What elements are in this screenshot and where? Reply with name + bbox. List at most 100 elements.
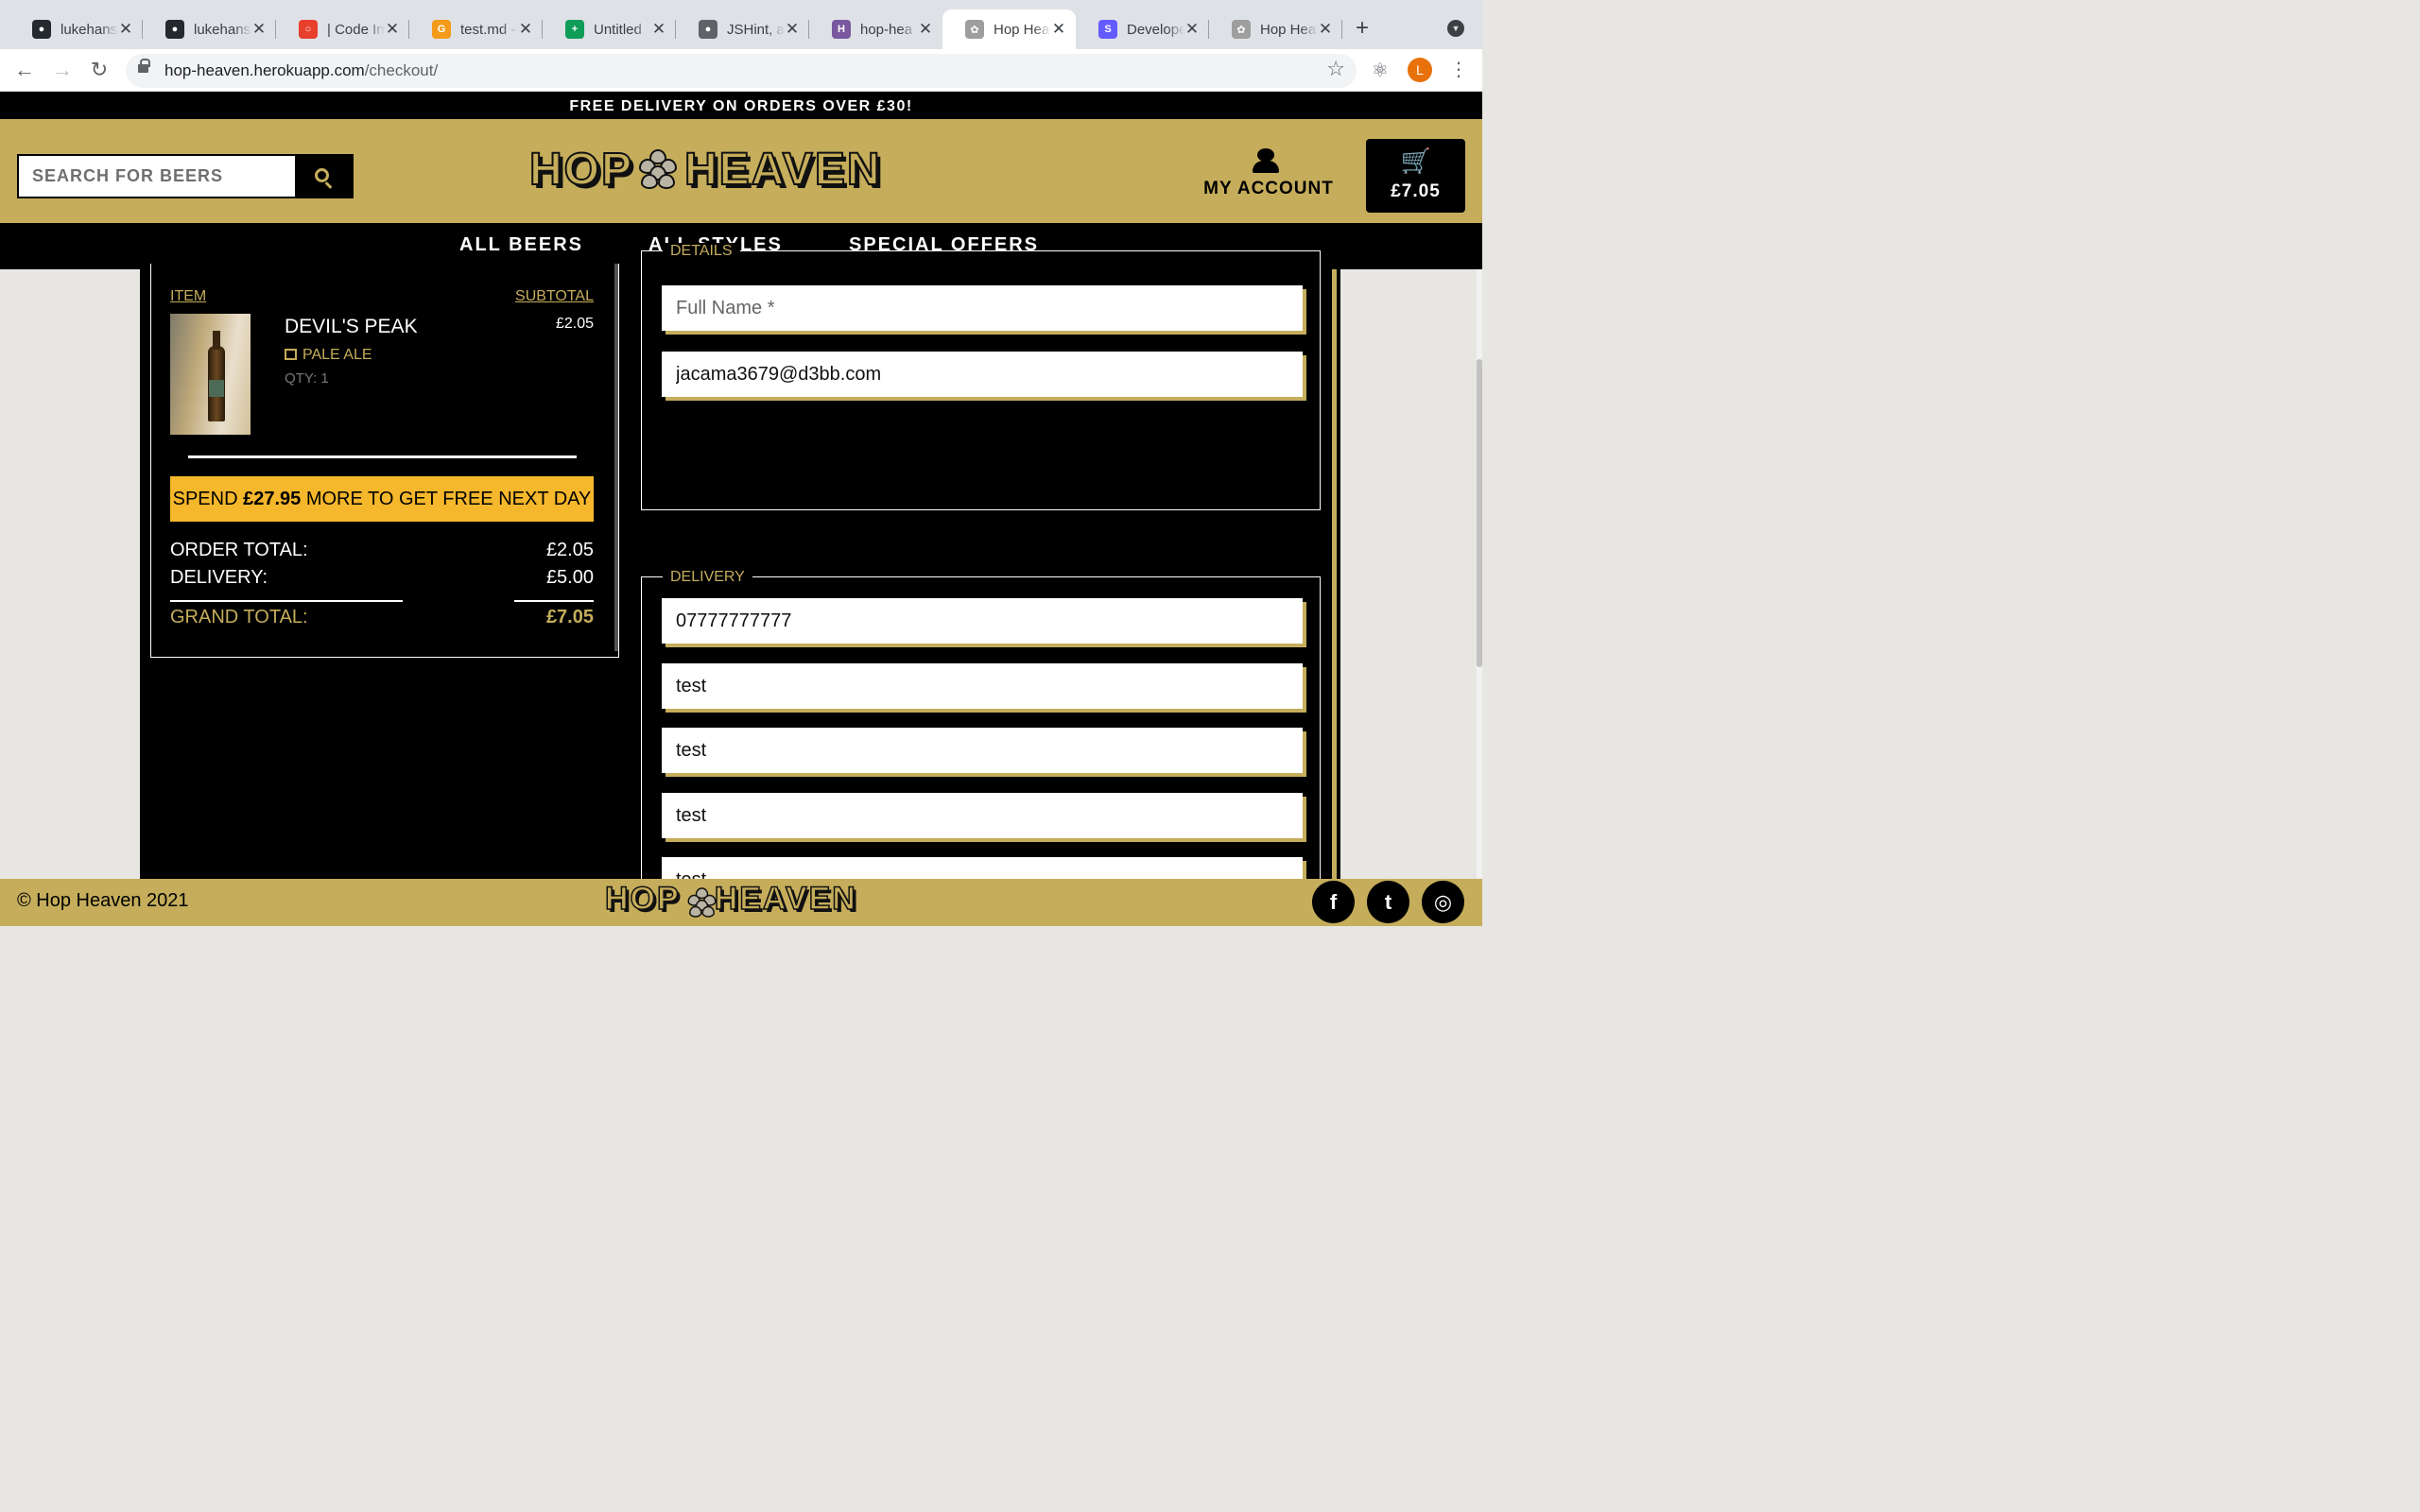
user-icon-body bbox=[1253, 161, 1279, 173]
nav-all-beers[interactable]: ALL BEERS bbox=[459, 234, 583, 256]
hop-cone-icon bbox=[686, 886, 717, 918]
browser-tabstrip: ● lukehans ✕ ● lukehans ✕ ○ | Code In ✕ Gtest.md … bbox=[0, 0, 1482, 49]
tab-title: lukehans bbox=[194, 21, 251, 38]
full-name-field[interactable] bbox=[662, 285, 1303, 331]
grand-total-label: GRAND TOTAL: bbox=[170, 607, 308, 627]
url-text[interactable]: hop-heaven.herokuapp.com/checkout/ bbox=[164, 61, 438, 80]
shopping-cart-icon: 🛒 bbox=[1400, 146, 1432, 175]
tab-title: lukehans bbox=[60, 21, 118, 38]
delivery-value: £5.00 bbox=[545, 567, 594, 588]
user-icon bbox=[1257, 148, 1274, 162]
browser-tab[interactable]: ● lukehans ✕ bbox=[143, 9, 276, 49]
browser-menu-icon[interactable]: ⋮ bbox=[1449, 58, 1468, 81]
footer-logo[interactable]: HOP HEAVEN bbox=[604, 880, 857, 918]
close-tab-icon[interactable]: ✕ bbox=[251, 20, 267, 39]
browser-toolbar: ← → ↻ hop-heaven.herokuapp.com/checkout/… bbox=[0, 49, 1482, 92]
url-host: hop-heaven.herokuapp.com bbox=[164, 61, 365, 79]
email-field[interactable] bbox=[662, 352, 1303, 397]
hop-icon: ✿ bbox=[1232, 20, 1251, 39]
browser-tab[interactable]: ✿ Hop Hea ✕ bbox=[1209, 9, 1342, 49]
address-bar[interactable]: hop-heaven.herokuapp.com/checkout/ ☆ bbox=[126, 54, 1357, 88]
browser-tab[interactable]: ✿ Hop Hea ✕ bbox=[942, 9, 1076, 49]
browser-tab[interactable]: + Untitled ✕ bbox=[543, 9, 676, 49]
product-name: DEVIL'S PEAK bbox=[285, 316, 418, 337]
tab-title: Develope bbox=[1127, 21, 1184, 38]
back-icon[interactable]: ← bbox=[11, 57, 38, 83]
tab-title: | Code In bbox=[327, 21, 385, 38]
divider bbox=[514, 600, 594, 602]
close-tab-icon[interactable]: ✕ bbox=[118, 20, 133, 39]
github-icon: ● bbox=[165, 20, 184, 39]
copyright-text: © Hop Heaven 2021 bbox=[17, 890, 189, 911]
order-total-label: ORDER TOTAL: bbox=[170, 540, 308, 560]
browser-tab[interactable]: S Develope ✕ bbox=[1076, 9, 1209, 49]
close-tab-icon[interactable]: ✕ bbox=[651, 20, 666, 39]
product-style-label: PALE ALE bbox=[302, 347, 372, 363]
address-line-2-field[interactable] bbox=[662, 728, 1303, 773]
new-tab-button[interactable]: + bbox=[1356, 17, 1369, 40]
my-account-link[interactable]: MY ACCOUNT bbox=[1202, 147, 1335, 204]
twitter-icon[interactable]: t bbox=[1367, 881, 1409, 923]
product-quantity: QTY: 1 bbox=[285, 370, 329, 387]
cart-total: £7.05 bbox=[1391, 181, 1441, 201]
site-logo[interactable]: HOP HEAVEN bbox=[528, 144, 882, 196]
details-legend: DETAILS bbox=[663, 243, 740, 260]
code-institute-icon: ○ bbox=[299, 20, 318, 39]
column-header-item: ITEM bbox=[170, 288, 207, 304]
close-tab-icon[interactable]: ✕ bbox=[1184, 20, 1200, 39]
close-tab-icon[interactable]: ✕ bbox=[785, 20, 800, 39]
close-tab-icon[interactable]: ✕ bbox=[918, 20, 933, 39]
close-tab-icon[interactable]: ✕ bbox=[1051, 20, 1066, 39]
close-tab-icon[interactable]: ✕ bbox=[1318, 20, 1333, 39]
browser-tab[interactable]: Gtest.md - ✕ bbox=[409, 9, 543, 49]
browser-tab[interactable]: ● JSHint, a ✕ bbox=[676, 9, 809, 49]
spend-prefix: SPEND bbox=[172, 489, 244, 509]
tab-title: Untitled bbox=[594, 21, 642, 38]
browser-tab[interactable]: Hhop-hea ✕ bbox=[809, 9, 942, 49]
web-page: FREE DELIVERY ON ORDERS OVER £30! HOP HE… bbox=[0, 92, 1482, 926]
free-delivery-notice: SPEND £27.95 MORE TO GET FREE NEXT DAY D… bbox=[170, 476, 594, 555]
facebook-icon[interactable]: f bbox=[1312, 881, 1355, 923]
browser-tab[interactable]: ○ | Code In ✕ bbox=[276, 9, 409, 49]
close-tab-icon[interactable]: ✕ bbox=[385, 20, 400, 39]
browser-tab[interactable]: ● lukehans ✕ bbox=[9, 9, 143, 49]
grand-total-value: £7.05 bbox=[545, 607, 594, 627]
checkout-content: ITEM SUBTOTAL DEVIL'S PEAK PALE ALE QTY:… bbox=[140, 243, 1340, 926]
bookmark-star-icon[interactable]: ☆ bbox=[1326, 57, 1345, 81]
reload-icon[interactable]: ↻ bbox=[86, 57, 112, 83]
footer-logo-word-hop: HOP bbox=[604, 880, 681, 918]
phone-number-field[interactable] bbox=[662, 598, 1303, 644]
profile-avatar[interactable]: L bbox=[1408, 58, 1432, 82]
extensions-icon[interactable]: ⚛ bbox=[1372, 59, 1389, 82]
address-line-1-field[interactable] bbox=[662, 663, 1303, 709]
forward-icon[interactable]: → bbox=[49, 57, 76, 83]
town-city-field[interactable] bbox=[662, 793, 1303, 838]
delivery-label: DELIVERY: bbox=[170, 567, 268, 588]
close-tab-icon[interactable]: ✕ bbox=[518, 20, 533, 39]
cart-button[interactable]: 🛒 £7.05 bbox=[1366, 139, 1465, 213]
search-form bbox=[17, 154, 354, 198]
tab-title: hop-hea bbox=[860, 21, 913, 38]
product-style: PALE ALE bbox=[285, 347, 372, 364]
globe-icon: ● bbox=[699, 20, 717, 39]
search-input[interactable] bbox=[19, 156, 297, 197]
scrollbar-thumb[interactable] bbox=[1477, 359, 1482, 667]
search-icon bbox=[315, 168, 329, 182]
tab-search-icon[interactable]: ▼ bbox=[1447, 20, 1464, 37]
grand-total-row: GRAND TOTAL: £7.05 bbox=[170, 607, 594, 628]
instagram-icon[interactable]: ◎ bbox=[1422, 881, 1464, 923]
delivery-banner: FREE DELIVERY ON ORDERS OVER £30! bbox=[0, 92, 1482, 119]
page-scrollbar[interactable] bbox=[1477, 269, 1482, 888]
order-total-row: ORDER TOTAL: £2.05 bbox=[170, 540, 594, 561]
lock-icon[interactable] bbox=[138, 59, 150, 73]
heroku-icon: H bbox=[832, 20, 851, 39]
product-image bbox=[170, 314, 251, 435]
footer-logo-word-heaven: HEAVEN bbox=[714, 880, 857, 918]
beer-mug-icon bbox=[285, 349, 297, 360]
url-path: /checkout/ bbox=[364, 61, 439, 79]
google-sheets-icon: + bbox=[565, 20, 584, 39]
search-button[interactable] bbox=[295, 156, 352, 197]
stripe-icon: S bbox=[1098, 20, 1117, 39]
site-footer: © Hop Heaven 2021 HOP HEAVEN f t ◎ bbox=[0, 879, 1482, 926]
tab-title: Hop Hea bbox=[1260, 21, 1317, 38]
